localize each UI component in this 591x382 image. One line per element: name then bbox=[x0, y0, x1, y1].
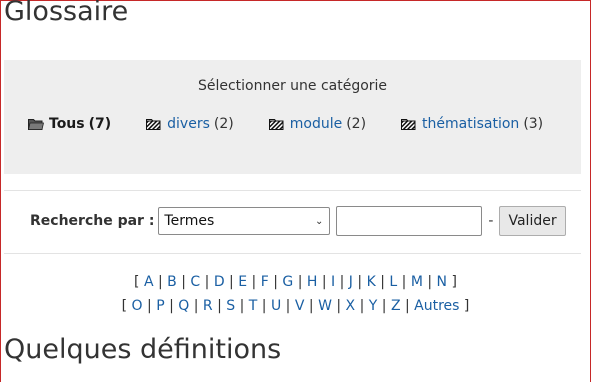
pipe-separator: | bbox=[293, 274, 307, 290]
letter-link-r[interactable]: R bbox=[203, 298, 213, 314]
letter-link-c[interactable]: C bbox=[190, 274, 200, 290]
letter-link-k[interactable]: K bbox=[367, 274, 376, 290]
folder-striped-icon bbox=[401, 119, 416, 130]
divider bbox=[4, 190, 581, 191]
letter-link-u[interactable]: U bbox=[271, 298, 281, 314]
letter-link-h[interactable]: H bbox=[307, 274, 318, 290]
category-heading: Sélectionner une catégorie bbox=[197, 78, 388, 94]
search-type-select[interactable]: Termes ⌄ bbox=[158, 207, 331, 235]
category-count: (7) bbox=[88, 116, 112, 132]
letter-link-g[interactable]: G bbox=[282, 274, 293, 290]
letter-link-x[interactable]: X bbox=[346, 298, 356, 314]
category-item-tous[interactable]: Tous (7) bbox=[28, 116, 111, 132]
category-count: (2) bbox=[213, 116, 234, 132]
letter-link-b[interactable]: B bbox=[167, 274, 177, 290]
letter-link-o[interactable]: O bbox=[132, 298, 143, 314]
pipe-separator: | bbox=[176, 274, 191, 290]
pipe-separator: | bbox=[247, 274, 261, 290]
category-count: (3) bbox=[523, 116, 544, 132]
category-count: (2) bbox=[346, 116, 367, 132]
letter-link-p[interactable]: P bbox=[156, 298, 164, 314]
pipe-separator: | bbox=[164, 298, 179, 314]
pipe-separator: | bbox=[257, 298, 271, 314]
letter-link-autres[interactable]: Autres bbox=[414, 298, 459, 314]
letter-link-z[interactable]: Z bbox=[391, 298, 401, 314]
category-item-divers[interactable]: divers (2) bbox=[146, 116, 234, 132]
search-input[interactable] bbox=[336, 206, 483, 236]
pipe-separator: | bbox=[268, 274, 283, 290]
letter-link-f[interactable]: F bbox=[261, 274, 269, 290]
folder-striped-icon bbox=[268, 119, 284, 130]
pipe-separator: | bbox=[331, 298, 346, 314]
pipe-separator: | bbox=[422, 274, 437, 290]
category-link[interactable]: module bbox=[290, 116, 342, 132]
pipe-separator: | bbox=[400, 298, 415, 314]
pipe-separator: | bbox=[304, 298, 319, 314]
letter-link-w[interactable]: W bbox=[318, 298, 332, 314]
letter-link-e[interactable]: E bbox=[238, 274, 247, 290]
pipe-separator: | bbox=[235, 298, 249, 314]
separator-dash: - bbox=[488, 213, 494, 229]
pipe-separator: | bbox=[355, 298, 369, 314]
select-value: Termes bbox=[164, 213, 215, 229]
search-bar: Recherche par : Termes ⌄ - Valider bbox=[30, 206, 566, 236]
pipe-separator: | bbox=[335, 274, 349, 290]
letter-link-n[interactable]: N bbox=[437, 274, 447, 290]
pipe-separator: | bbox=[397, 274, 411, 290]
category-list: Tous (7) divers (2) module (2) thématisa… bbox=[28, 116, 578, 132]
bracket-open: [ bbox=[121, 298, 132, 314]
folder-striped-icon bbox=[146, 119, 161, 130]
submit-button[interactable]: Valider bbox=[499, 206, 566, 236]
pipe-separator: | bbox=[377, 298, 391, 314]
letter-link-a[interactable]: A bbox=[144, 274, 154, 290]
alphabet-row-2: [ O | P | Q | R | S | T | U | V | W | X … bbox=[0, 298, 591, 314]
pipe-separator: | bbox=[212, 298, 227, 314]
divider bbox=[4, 253, 581, 254]
page-title: Glossaire bbox=[4, 0, 129, 27]
alphabet-row-1: [ A | B | C | D | E | F | G | H | I | J … bbox=[0, 274, 591, 290]
letter-link-s[interactable]: S bbox=[226, 298, 235, 314]
bracket-close: ] bbox=[447, 274, 457, 290]
section-title: Quelques définitions bbox=[4, 334, 282, 365]
category-link[interactable]: thématisation bbox=[422, 116, 519, 132]
pipe-separator: | bbox=[352, 274, 367, 290]
letter-link-q[interactable]: Q bbox=[178, 298, 189, 314]
pipe-separator: | bbox=[375, 274, 390, 290]
category-link[interactable]: divers bbox=[167, 116, 210, 132]
category-label: Tous bbox=[49, 116, 85, 132]
letter-link-m[interactable]: M bbox=[411, 274, 423, 290]
window-frame bbox=[0, 0, 591, 382]
bracket-close: ] bbox=[459, 298, 470, 314]
search-label: Recherche par : bbox=[30, 213, 155, 229]
pipe-separator: | bbox=[153, 274, 168, 290]
pipe-separator: | bbox=[281, 298, 295, 314]
bracket-open: [ bbox=[134, 274, 144, 290]
category-item-module[interactable]: module (2) bbox=[268, 116, 367, 132]
pipe-separator: | bbox=[142, 298, 157, 314]
chevron-down-icon: ⌄ bbox=[315, 215, 324, 227]
folder-open-icon bbox=[28, 119, 44, 130]
pipe-separator: | bbox=[317, 274, 332, 290]
pipe-separator: | bbox=[224, 274, 239, 290]
letter-link-v[interactable]: V bbox=[295, 298, 305, 314]
pipe-separator: | bbox=[200, 274, 214, 290]
pipe-separator: | bbox=[189, 298, 203, 314]
category-panel: Sélectionner une catégorie Tous (7) dive… bbox=[4, 60, 581, 174]
category-item-thematisation[interactable]: thématisation (3) bbox=[401, 116, 543, 132]
letter-link-d[interactable]: D bbox=[214, 274, 225, 290]
